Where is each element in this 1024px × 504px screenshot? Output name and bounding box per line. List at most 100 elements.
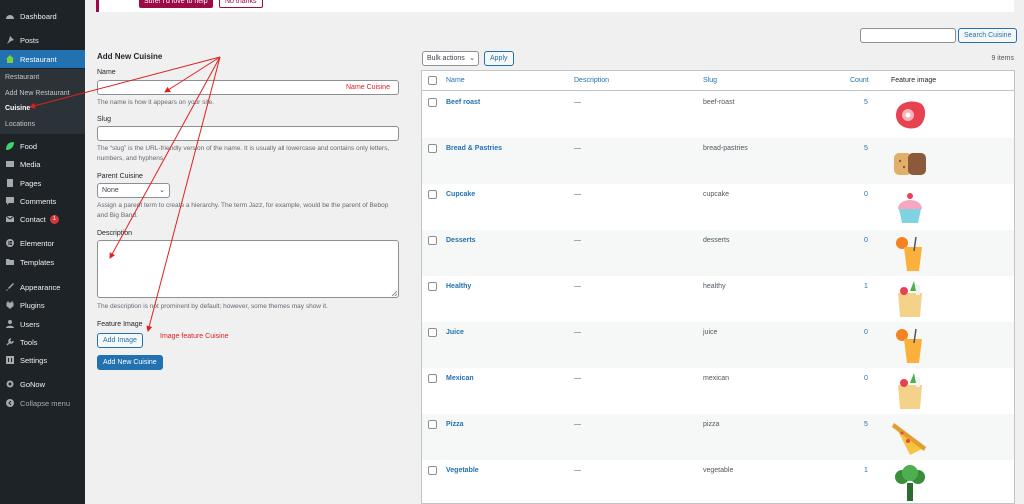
menu-comments[interactable]: Comments [0, 193, 85, 209]
column-name[interactable]: Name [446, 77, 465, 84]
row-checkbox[interactable] [428, 374, 437, 383]
notice-accept-button[interactable]: Sure! I'd love to help [139, 0, 213, 8]
slug-input[interactable] [97, 126, 399, 141]
elementor-icon [5, 238, 15, 248]
gear-icon [5, 379, 15, 389]
row-count-link[interactable]: 5 [856, 145, 876, 152]
menu-label: Restaurant [20, 54, 57, 64]
menu-settings[interactable]: Settings [0, 352, 85, 368]
menu-tools[interactable]: Tools [0, 334, 85, 350]
row-name-link[interactable]: Beef roast [446, 99, 480, 106]
row-slug: healthy [703, 283, 726, 290]
cupcake-icon [898, 193, 922, 223]
menu-elementor[interactable]: Elementor [0, 235, 85, 251]
annotation-image-feature: Image feature Cuisine [160, 333, 229, 340]
parent-select[interactable]: None ⌄ [97, 183, 170, 198]
row-name-link[interactable]: Mexican [446, 375, 474, 382]
user-icon [5, 319, 15, 329]
items-count: 9 items [991, 55, 1014, 62]
row-name-link[interactable]: Pizza [446, 421, 464, 428]
menu-appearance[interactable]: Appearance [0, 279, 85, 295]
menu-pages[interactable]: Pages [0, 175, 85, 191]
row-checkbox[interactable] [428, 190, 437, 199]
menu-templates[interactable]: Templates [0, 254, 85, 270]
table-row: Bread & Pastries — bread-pastries 5 [422, 138, 1014, 184]
menu-gonow[interactable]: GoNow [0, 376, 85, 392]
column-count[interactable]: Count [850, 77, 869, 84]
row-count-link[interactable]: 0 [856, 375, 876, 382]
row-name-link[interactable]: Desserts [446, 237, 476, 244]
row-count-link[interactable]: 5 [856, 99, 876, 106]
row-slug: pizza [703, 421, 720, 428]
notice-dismiss-button[interactable]: No thanks [219, 0, 263, 8]
pin-icon [5, 35, 15, 45]
row-count-link[interactable]: 1 [856, 283, 876, 290]
menu-contact[interactable]: Contact 1 [0, 211, 85, 227]
row-checkbox[interactable] [428, 144, 437, 153]
row-name-link[interactable]: Bread & Pastries [446, 145, 502, 152]
annotation-name-cuisine: Name Cuisine [346, 84, 390, 91]
row-count-link[interactable]: 0 [856, 329, 876, 336]
name-label: Name [97, 69, 116, 76]
bulk-actions-select[interactable]: Bulk actions ⌄ [422, 51, 479, 66]
menu-posts[interactable]: Posts [0, 32, 85, 48]
resize-handle-icon[interactable] [391, 290, 397, 296]
row-checkbox[interactable] [428, 420, 437, 429]
menu-users[interactable]: Users [0, 316, 85, 332]
row-count-link[interactable]: 0 [856, 191, 876, 198]
submenu-locations[interactable]: Locations [5, 121, 35, 128]
collapse-menu[interactable]: Collapse menu [0, 395, 85, 411]
select-all-checkbox[interactable] [428, 76, 437, 85]
row-count-link[interactable]: 5 [856, 421, 876, 428]
description-help: The description is not prominent by defa… [97, 303, 328, 310]
table-row: Desserts — desserts 0 [422, 230, 1014, 276]
menu-dashboard[interactable]: Dashboard [0, 8, 85, 24]
row-description: — [574, 237, 581, 244]
plugin-icon [5, 300, 15, 310]
juice-icon [896, 236, 922, 271]
menu-label: Contact [20, 214, 46, 224]
menu-label: Pages [20, 178, 42, 188]
apply-button[interactable]: Apply [484, 51, 514, 66]
row-checkbox[interactable] [428, 466, 437, 475]
row-name-link[interactable]: Healthy [446, 283, 471, 290]
feature-image-label: Feature Image [97, 321, 143, 328]
menu-label: Tools [20, 337, 38, 347]
row-description: — [574, 421, 581, 428]
menu-food[interactable]: Food [0, 138, 85, 154]
row-checkbox[interactable] [428, 236, 437, 245]
row-description: — [574, 191, 581, 198]
column-slug[interactable]: Slug [703, 77, 717, 84]
search-input[interactable] [860, 28, 956, 43]
description-textarea[interactable] [97, 240, 399, 298]
home-icon [5, 54, 15, 64]
menu-label: Elementor [20, 238, 55, 248]
submenu-restaurant[interactable]: Restaurant [5, 74, 39, 81]
add-image-button[interactable]: Add Image [97, 333, 143, 348]
row-count-link[interactable]: 1 [856, 467, 876, 474]
row-checkbox[interactable] [428, 328, 437, 337]
menu-plugins[interactable]: Plugins [0, 297, 85, 313]
row-slug: bread-pastries [703, 145, 748, 152]
row-checkbox[interactable] [428, 98, 437, 107]
search-cuisine-button[interactable]: Search Cuisine [958, 28, 1018, 43]
row-checkbox[interactable] [428, 282, 437, 291]
menu-label: GoNow [20, 379, 46, 389]
row-name-link[interactable]: Vegetable [446, 467, 479, 474]
menu-label: Dashboard [20, 11, 57, 21]
broccoli-icon [895, 465, 925, 501]
menu-label: Posts [20, 35, 39, 45]
row-slug: cupcake [703, 191, 730, 198]
parent-select-value: None [102, 187, 119, 194]
column-description[interactable]: Description [574, 77, 609, 84]
admin-sidebar: Dashboard Posts Restaurant Restaurant Ad… [0, 0, 85, 504]
submenu-cuisine[interactable]: Cuisine [5, 105, 30, 112]
menu-media[interactable]: Media [0, 156, 85, 172]
add-new-cuisine-button[interactable]: Add New Cuisine [97, 355, 163, 370]
row-count-link[interactable]: 0 [856, 237, 876, 244]
menu-restaurant[interactable]: Restaurant [0, 50, 85, 68]
parent-label: Parent Cuisine [97, 173, 143, 180]
row-name-link[interactable]: Cupcake [446, 191, 475, 198]
row-name-link[interactable]: Juice [446, 329, 464, 336]
submenu-add-new-restaurant[interactable]: Add New Restaurant [5, 90, 70, 97]
